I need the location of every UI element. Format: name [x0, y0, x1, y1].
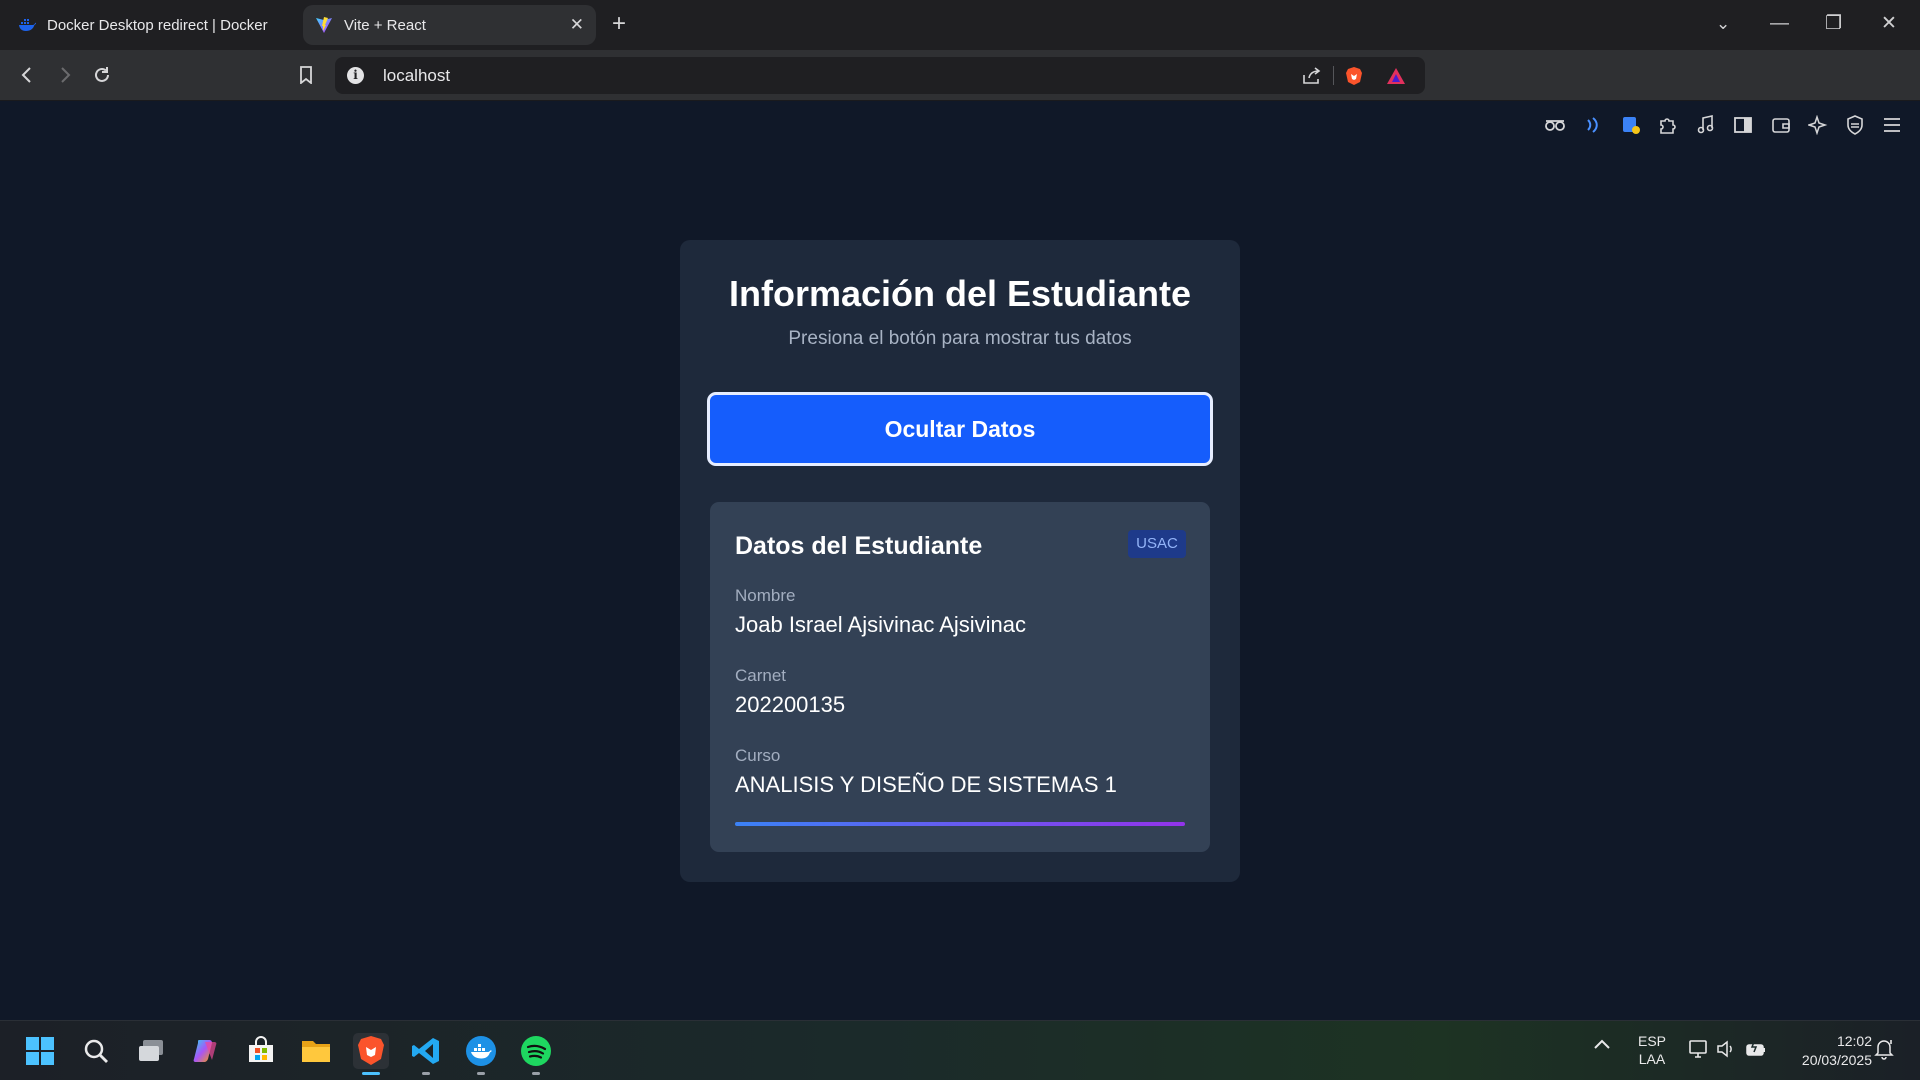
details-title: Datos del Estudiante: [735, 532, 983, 560]
docker-running-indicator: [477, 1072, 485, 1075]
address-bar[interactable]: i localhost: [335, 57, 1425, 94]
brave-shields-icon[interactable]: [1343, 65, 1365, 87]
extension-sound-icon[interactable]: [1581, 113, 1605, 137]
media-music-icon[interactable]: [1693, 113, 1717, 137]
microsoft-store-icon[interactable]: [243, 1033, 279, 1069]
tab-list-chevron-icon[interactable]: ⌄: [1716, 10, 1730, 38]
extension-badge-icon[interactable]: [1619, 113, 1643, 137]
extensions-puzzle-icon[interactable]: [1656, 113, 1680, 137]
nombre-value: Joab Israel Ajsivinac Ajsivinac: [735, 612, 1027, 637]
close-tab-icon[interactable]: ✕: [570, 15, 584, 35]
spotify-icon[interactable]: [518, 1033, 554, 1069]
volume-icon[interactable]: [1716, 1039, 1736, 1064]
site-info-icon[interactable]: i: [347, 67, 364, 84]
keyboard-layout: LAA: [1638, 1051, 1666, 1067]
docker-icon: [18, 16, 36, 34]
brave-rewards-icon[interactable]: [1385, 65, 1407, 87]
share-icon[interactable]: [1301, 65, 1323, 87]
show-hidden-icons-chevron-icon[interactable]: [1593, 1037, 1611, 1055]
curso-value: ANALISIS Y DISEÑO DE SISTEMAS 1: [735, 772, 1117, 797]
back-icon[interactable]: [12, 60, 42, 90]
forward-icon[interactable]: [50, 60, 80, 90]
restore-icon[interactable]: ❐: [1825, 10, 1842, 38]
docker-desktop-icon[interactable]: [463, 1033, 499, 1069]
page-subtitle: Presiona el botón para mostrar tus datos: [788, 328, 1132, 349]
divider: [1333, 66, 1334, 85]
nombre-label: Nombre: [735, 586, 796, 605]
reload-icon[interactable]: [87, 60, 117, 90]
brave-running-indicator: [362, 1072, 380, 1075]
bookmark-icon[interactable]: [291, 60, 321, 90]
page-title: Información del Estudiante: [728, 273, 1192, 314]
vscode-icon[interactable]: [408, 1033, 444, 1069]
hide-data-button[interactable]: Ocultar Datos: [707, 392, 1213, 466]
tab-docker[interactable]: Docker Desktop redirect | Docker: [6, 5, 296, 45]
carnet-value: 202200135: [735, 692, 846, 717]
search-icon[interactable]: [78, 1033, 114, 1069]
carnet-label: Carnet: [735, 666, 787, 685]
minimize-icon[interactable]: —: [1770, 10, 1789, 38]
clock-date: 20/03/2025: [1801, 1052, 1872, 1068]
menu-hamburger-icon[interactable]: [1880, 113, 1904, 137]
curso-label: Curso: [735, 746, 781, 765]
student-details-panel: Datos del Estudiante USAC Nombre Joab Is…: [710, 502, 1210, 852]
extension-glasses-icon[interactable]: [1543, 113, 1567, 137]
battery-icon[interactable]: [1745, 1039, 1767, 1064]
language-code: ESP: [1638, 1033, 1667, 1049]
browser-tab-strip: Docker Desktop redirect | Docker Vite + …: [0, 0, 1920, 50]
close-window-icon[interactable]: ✕: [1881, 10, 1897, 38]
vpn-shield-icon[interactable]: [1843, 113, 1867, 137]
notifications-icon[interactable]: [1874, 1038, 1894, 1065]
gradient-divider-bar: [735, 822, 1185, 826]
copilot-icon[interactable]: [188, 1033, 224, 1069]
tab-title: Docker Desktop redirect | Docker: [47, 16, 268, 34]
vscode-running-indicator: [422, 1072, 430, 1075]
brave-browser-icon[interactable]: [353, 1033, 389, 1069]
windows-start-icon[interactable]: [22, 1033, 58, 1069]
new-tab-icon[interactable]: +: [612, 10, 626, 38]
sidebar-icon[interactable]: [1731, 113, 1755, 137]
language-indicator[interactable]: ESP LAA: [1638, 1032, 1666, 1068]
system-clock[interactable]: 12:02 20/03/2025: [1782, 1032, 1872, 1070]
leo-ai-icon[interactable]: [1806, 113, 1830, 137]
file-explorer-icon[interactable]: [298, 1033, 334, 1069]
vite-icon: [315, 16, 333, 34]
spotify-running-indicator: [532, 1072, 540, 1075]
task-view-icon[interactable]: [133, 1033, 169, 1069]
clock-time: 12:02: [1836, 1033, 1872, 1049]
windows-taskbar: ESP LAA 12:02 20/03/2025: [0, 1020, 1920, 1080]
student-card: Información del Estudiante Presiona el b…: [680, 240, 1240, 882]
browser-toolbar: i localhost: [0, 50, 1920, 135]
address-url: localhost: [383, 66, 451, 85]
wallet-icon[interactable]: [1769, 113, 1793, 137]
tab-title: Vite + React: [344, 16, 426, 34]
usac-badge: USAC: [1128, 530, 1186, 558]
network-icon[interactable]: [1688, 1039, 1710, 1064]
tab-vite-react[interactable]: Vite + React ✕: [303, 5, 596, 45]
